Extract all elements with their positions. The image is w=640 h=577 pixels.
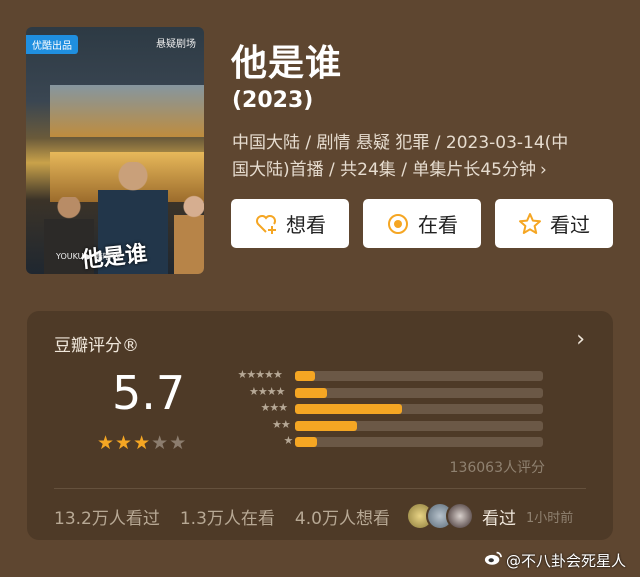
poster-art-top [50, 85, 204, 137]
star-empty-icon: ★ [151, 432, 169, 454]
star-outline-icon [518, 212, 542, 236]
rating-bar-track [295, 420, 543, 431]
friends-activity-time: 1小时前 [525, 510, 574, 526]
watched-label: 看过 [550, 213, 590, 237]
watermark: @不八卦会死星人 [484, 549, 626, 571]
rating-score: 5.7 [112, 366, 186, 420]
weibo-icon [484, 549, 502, 571]
rating-row-stars: ★★★ [260, 401, 289, 414]
poster-brand: 悬疑剧场 [156, 39, 196, 50]
rating-bar-track [295, 371, 543, 381]
watermark-text: @不八卦会死星人 [505, 551, 626, 570]
vote-count[interactable]: 136063人评分 [450, 457, 545, 477]
star-empty-icon: ★ [169, 432, 187, 454]
watching-label: 在看 [418, 213, 458, 237]
rating-row-stars: ★★★★ [249, 384, 285, 398]
poster-logos: YOUKU ▶ 酷喵TV [56, 252, 122, 261]
show-title: 他是谁 [231, 43, 343, 84]
star-filled-icon: ★ [133, 432, 151, 454]
audience-stats: 13.2万人看过 1.3万人在看 4.0万人想看 看过 1小时前 [54, 502, 573, 530]
rating-row: ★★★★★ [223, 368, 553, 383]
rating-stars: ★ ★ ★ ★ ★ [97, 433, 186, 453]
meta-line-2-text: 国大陆)首播 / 共24集 / 单集片长45分钟 [232, 160, 536, 180]
rating-row: ★★★★ [223, 384, 553, 400]
show-poster[interactable]: 优酷出品 悬疑剧场 他是谁 YOUKU ▶ 酷喵TV [26, 27, 204, 274]
rating-bar-track [295, 404, 543, 414]
rating-row-stars: ★ [283, 434, 294, 447]
poster-figure-right [174, 195, 204, 274]
rating-bar-fill [295, 404, 402, 414]
rating-row: ★★★ [223, 401, 553, 416]
friends-watched-label: 看过 [481, 508, 516, 529]
watched-count[interactable]: 13.2万人看过 [54, 504, 160, 529]
rating-row-stars: ★★★★★ [237, 368, 283, 381]
meta-line-2: 国大陆)首播 / 共24集 / 单集片长45分钟 › [232, 157, 612, 184]
rating-bar-fill [295, 387, 328, 398]
chevron-right-icon[interactable]: › [576, 327, 585, 352]
rating-header: 豆瓣评分® [54, 336, 139, 356]
poster-badge: 优酷出品 [26, 35, 78, 54]
rating-row-stars: ★★ [272, 417, 291, 431]
rating-row: ★★ [223, 417, 553, 433]
chevron-right-icon: › [539, 160, 547, 180]
rating-bar-track [295, 437, 543, 447]
rating-bar-fill [295, 420, 357, 431]
rating-bar-track [295, 387, 543, 398]
watching-button[interactable]: 在看 [363, 199, 481, 248]
rating-row: ★ [223, 434, 553, 449]
meta-line-1: 中国大陆 / 剧情 悬疑 犯罪 / 2023-03-14(中 [232, 133, 569, 153]
friend-avatars[interactable] [405, 502, 474, 530]
avatar [445, 502, 474, 530]
want-to-watch-label: 想看 [286, 213, 326, 237]
rating-bar-fill [295, 371, 315, 381]
target-circle-icon [386, 212, 410, 236]
divider [54, 488, 586, 489]
show-meta[interactable]: 中国大陆 / 剧情 悬疑 犯罪 / 2023-03-14(中 国大陆)首播 / … [232, 130, 612, 184]
want-count[interactable]: 4.0万人想看 [295, 504, 390, 529]
want-to-watch-button[interactable]: 想看 [231, 199, 349, 248]
rating-bar-fill [295, 437, 318, 447]
star-filled-icon: ★ [115, 432, 133, 454]
heart-plus-icon [254, 212, 278, 236]
rating-panel: 豆瓣评分® › 5.7 ★ ★ ★ ★ ★ ★★★★★ ★★★★ ★★★ ★★ ★ 136063… [27, 311, 613, 540]
watching-count[interactable]: 1.3万人在看 [180, 504, 275, 529]
show-year: (2023) [232, 88, 314, 113]
star-filled-icon: ★ [97, 432, 115, 454]
watched-button[interactable]: 看过 [495, 199, 613, 248]
